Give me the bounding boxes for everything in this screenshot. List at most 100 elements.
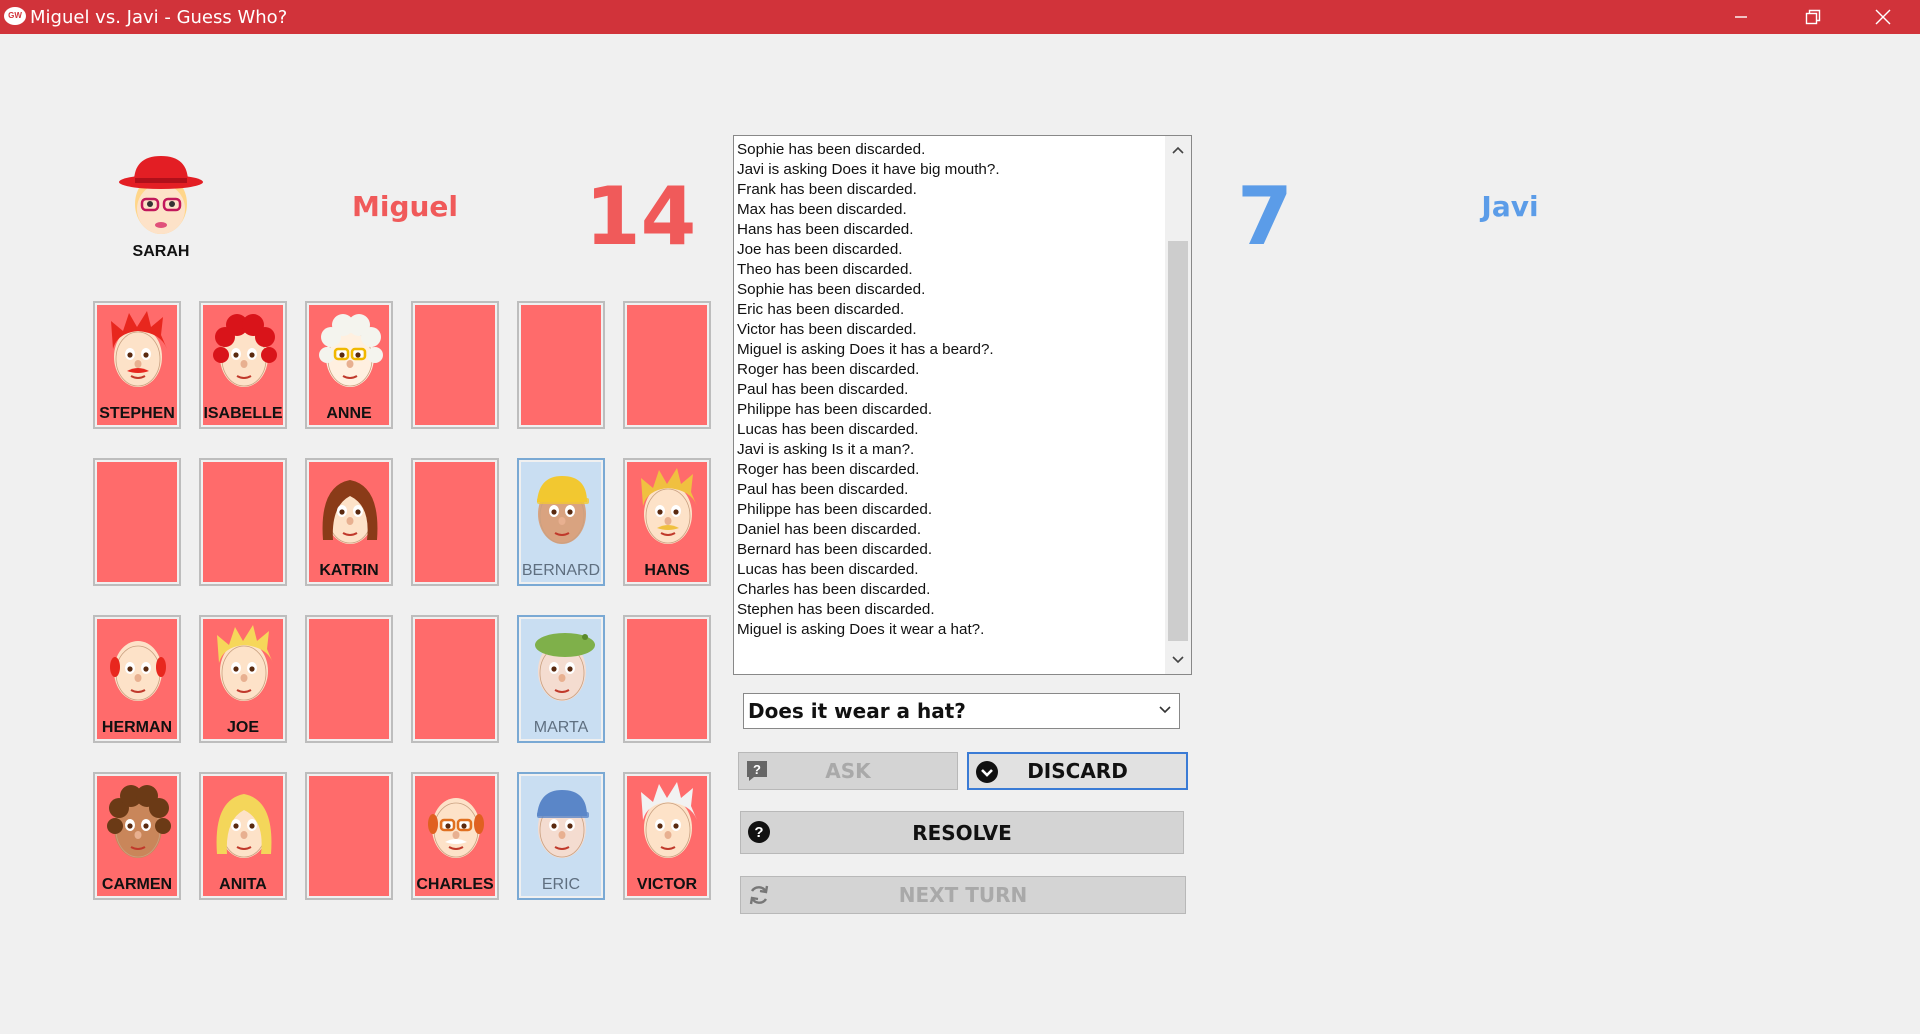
card-joe[interactable]: JOE <box>199 615 287 743</box>
card-face <box>309 776 389 896</box>
character-portrait <box>110 641 166 701</box>
card-anita[interactable]: ANITA <box>199 772 287 900</box>
card-anne[interactable]: ANNE <box>305 301 393 429</box>
ask-label: ASK <box>825 759 871 783</box>
card-name: STEPHEN <box>99 405 175 422</box>
check-circle-icon <box>976 761 998 783</box>
card-face <box>627 305 707 425</box>
character-portrait <box>641 468 697 544</box>
log-lines: Sophie has been discarded. Javi is asking… <box>737 140 1165 640</box>
minimize-icon <box>1735 16 1747 18</box>
card-discarded[interactable] <box>411 301 499 429</box>
scroll-up-button[interactable] <box>1165 138 1191 162</box>
next-turn-button[interactable]: NEXT TURN <box>740 876 1186 914</box>
log-entry: Stephen has been discarded. <box>737 601 935 618</box>
card-face <box>203 462 283 582</box>
minimize-button[interactable] <box>1706 0 1776 34</box>
player1-name: Miguel <box>351 190 459 223</box>
player2-score: 7 <box>1237 170 1293 263</box>
character-portrait <box>641 782 697 858</box>
log-entry: Lucas has been discarded. <box>737 421 919 438</box>
log-entry: Max has been discarded. <box>737 201 907 218</box>
log-entry: Sophie has been discarded. <box>737 141 926 158</box>
card-face: VICTOR <box>627 776 707 896</box>
log-entry: Javi is asking Is it a man?. <box>737 441 915 458</box>
card-name: ERIC <box>541 876 581 893</box>
card-discarded[interactable] <box>411 458 499 586</box>
card-face: JOE <box>203 619 283 739</box>
discard-label: DISCARD <box>1027 759 1128 783</box>
resolve-button[interactable]: ? RESOLVE <box>740 811 1184 854</box>
card-name: KATRIN <box>319 562 379 579</box>
character-portrait <box>111 311 167 387</box>
log-entry: Charles has been discarded. <box>737 581 931 598</box>
restore-icon <box>1805 9 1821 25</box>
card-face: CHARLES <box>415 776 495 896</box>
card-isabelle[interactable]: ISABELLE <box>199 301 287 429</box>
card-face <box>521 305 601 425</box>
character-portrait <box>217 625 273 701</box>
log-entry: Bernard has been discarded. <box>737 541 933 558</box>
scroll-thumb[interactable] <box>1168 241 1188 641</box>
card-face: ANNE <box>309 305 389 425</box>
scroll-down-button[interactable] <box>1165 648 1191 672</box>
svg-text:?: ? <box>754 824 763 841</box>
card-discarded[interactable] <box>305 772 393 900</box>
card-stephen[interactable]: STEPHEN <box>93 301 181 429</box>
log-scrollbar[interactable] <box>1165 136 1191 674</box>
card-discarded[interactable] <box>411 615 499 743</box>
character-portrait <box>216 794 272 858</box>
svg-text:?: ? <box>753 762 761 777</box>
card-face <box>309 619 389 739</box>
card-marta[interactable]: MARTA <box>517 615 605 743</box>
card-name: ANITA <box>219 876 267 893</box>
secret-card-portrait <box>119 156 203 234</box>
ask-button[interactable]: ? ASK <box>738 752 958 790</box>
card-discarded[interactable] <box>623 615 711 743</box>
chevron-down-icon <box>1159 706 1171 714</box>
question-bubble-icon: ? <box>747 761 767 781</box>
card-victor[interactable]: VICTOR <box>623 772 711 900</box>
card-katrin[interactable]: KATRIN <box>305 458 393 586</box>
log-entry: Theo has been discarded. <box>737 261 913 278</box>
card-face: ERIC <box>521 776 601 896</box>
log-entry: Sophie has been discarded. <box>737 281 926 298</box>
restore-button[interactable] <box>1778 0 1848 34</box>
log-entry: Javi is asking Does it have big mouth?. <box>737 161 1000 178</box>
character-portrait <box>213 314 277 387</box>
card-name: HANS <box>644 562 690 579</box>
character-portrait <box>107 785 171 858</box>
card-face <box>415 619 495 739</box>
character-portrait <box>428 798 484 858</box>
game-log: Sophie has been discarded. Javi is asking… <box>733 135 1192 675</box>
log-entry: Paul has been discarded. <box>737 481 909 498</box>
card-discarded[interactable] <box>623 301 711 429</box>
card-discarded[interactable] <box>199 458 287 586</box>
log-entry: Eric has been discarded. <box>737 301 905 318</box>
card-face <box>627 619 707 739</box>
card-bernard[interactable]: BERNARD <box>517 458 605 586</box>
card-hans[interactable]: HANS <box>623 458 711 586</box>
log-entry: Lucas has been discarded. <box>737 561 919 578</box>
secret-card-name: SARAH <box>132 243 190 260</box>
close-button[interactable] <box>1848 0 1918 34</box>
card-eric[interactable]: ERIC <box>517 772 605 900</box>
card-herman[interactable]: HERMAN <box>93 615 181 743</box>
resolve-label: RESOLVE <box>912 820 1012 845</box>
card-face <box>415 305 495 425</box>
card-discarded[interactable] <box>517 301 605 429</box>
card-name: CARMEN <box>101 876 173 893</box>
log-entry: Victor has been discarded. <box>737 321 917 338</box>
question-select[interactable]: Does it wear a hat? <box>743 693 1180 729</box>
app-icon: GW <box>4 7 26 25</box>
card-face: KATRIN <box>309 462 389 582</box>
card-discarded[interactable] <box>305 615 393 743</box>
card-face <box>415 462 495 582</box>
card-face: HANS <box>627 462 707 582</box>
log-entry: Roger has been discarded. <box>737 361 920 378</box>
card-discarded[interactable] <box>93 458 181 586</box>
card-charles[interactable]: CHARLES <box>411 772 499 900</box>
card-carmen[interactable]: CARMEN <box>93 772 181 900</box>
discard-button[interactable]: DISCARD <box>967 752 1188 790</box>
character-portrait <box>537 790 589 858</box>
